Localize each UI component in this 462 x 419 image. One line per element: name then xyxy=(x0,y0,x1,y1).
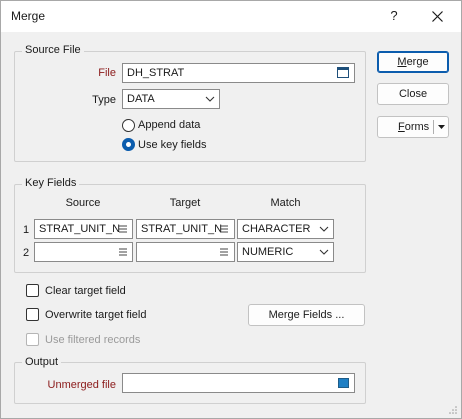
close-window-button[interactable] xyxy=(421,5,455,28)
file-label: File xyxy=(98,67,116,79)
merge-dialog: Merge ? Source File File DH_STRAT Type D… xyxy=(0,0,462,419)
use-filtered-records-label: Use filtered records xyxy=(45,334,141,346)
list-icon[interactable] xyxy=(220,225,228,233)
clear-target-checkbox[interactable] xyxy=(26,284,39,297)
file-input[interactable]: DH_STRAT xyxy=(122,63,355,83)
use-filtered-records-checkbox[interactable] xyxy=(26,333,39,346)
list-icon[interactable] xyxy=(220,248,228,256)
unmerged-file-label: Unmerged file xyxy=(47,379,116,391)
forms-divider xyxy=(433,120,434,134)
list-icon[interactable] xyxy=(119,248,127,256)
close-icon xyxy=(432,11,443,22)
source-file-legend: Source File xyxy=(22,44,84,56)
clear-target-label[interactable]: Clear target field xyxy=(45,285,126,297)
row-number: 2 xyxy=(23,247,30,259)
unmerged-file-input[interactable] xyxy=(122,373,355,393)
append-data-label[interactable]: Append data xyxy=(138,119,200,131)
overwrite-target-checkbox[interactable] xyxy=(26,308,39,321)
match-select[interactable]: CHARACTER xyxy=(237,219,334,239)
match-select[interactable]: NUMERIC xyxy=(237,242,334,262)
close-button[interactable]: Close xyxy=(377,83,449,105)
header-source: Source xyxy=(65,197,101,209)
header-target: Target xyxy=(169,197,201,209)
merge-fields-button[interactable]: Merge Fields ... xyxy=(248,304,365,326)
browse-color-icon[interactable] xyxy=(338,378,349,388)
chevron-down-icon xyxy=(319,226,329,232)
key-fields-legend: Key Fields xyxy=(22,177,80,189)
list-icon[interactable] xyxy=(119,225,127,233)
window-title: Merge xyxy=(11,9,46,23)
chevron-down-icon xyxy=(319,249,329,255)
use-key-fields-radio[interactable] xyxy=(122,138,135,151)
title-bar: Merge ? xyxy=(1,1,461,32)
output-legend: Output xyxy=(22,356,62,368)
chevron-down-icon xyxy=(205,96,215,102)
use-key-fields-label[interactable]: Use key fields xyxy=(138,139,206,151)
row-number: 1 xyxy=(23,224,30,236)
type-select[interactable]: DATA xyxy=(122,89,220,109)
dropdown-arrow-icon[interactable] xyxy=(438,125,445,129)
size-grip-icon[interactable] xyxy=(448,405,458,415)
type-select-value: DATA xyxy=(127,93,155,105)
folder-browse-icon[interactable] xyxy=(337,67,349,78)
forms-button[interactable]: Forms xyxy=(377,116,449,138)
type-label: Type xyxy=(92,94,116,106)
merge-button[interactable]: Merge xyxy=(377,51,449,73)
help-button[interactable]: ? xyxy=(379,5,409,28)
append-data-radio[interactable] xyxy=(122,119,135,132)
file-input-value: DH_STRAT xyxy=(127,67,185,79)
overwrite-target-label[interactable]: Overwrite target field xyxy=(45,309,146,321)
header-match: Match xyxy=(270,197,301,209)
